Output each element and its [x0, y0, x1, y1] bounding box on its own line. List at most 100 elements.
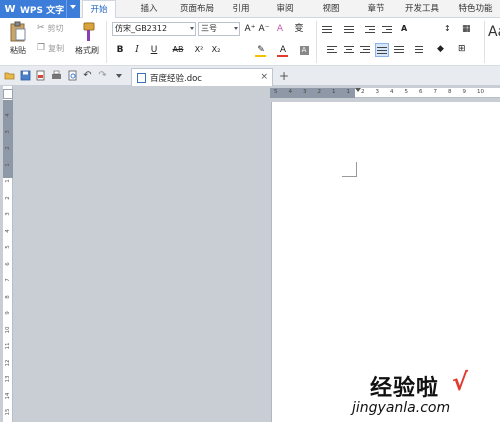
tab-insert[interactable]: 插入	[132, 0, 166, 18]
app-menu-divider	[66, 0, 67, 18]
font-size-select[interactable]: 三号	[198, 22, 240, 36]
tab-review[interactable]: 审阅	[268, 0, 302, 18]
h-ruler-number: 3	[303, 89, 307, 95]
tab-sections[interactable]: 章节	[359, 0, 393, 18]
ruler-margin-left	[270, 88, 355, 98]
v-ruler-number: 11	[5, 342, 11, 350]
close-icon[interactable]: ×	[260, 72, 268, 82]
h-ruler-number: 1	[332, 89, 336, 95]
superscript-button[interactable]: X²	[192, 43, 206, 57]
v-ruler-number: 7	[5, 278, 11, 282]
wps-logo-icon: W	[4, 3, 16, 15]
chevron-down-icon[interactable]	[116, 74, 122, 78]
chinese-layout-icon[interactable]: A	[401, 24, 413, 36]
h-ruler-number: 8	[448, 89, 452, 95]
paragraph-shading-icon[interactable]: ◆	[437, 44, 449, 56]
h-ruler-number: 9	[462, 89, 467, 95]
new-tab-button[interactable]: +	[279, 69, 289, 83]
watermark-title: 经验啦	[370, 375, 440, 401]
align-center-icon[interactable]	[343, 44, 355, 56]
h-ruler-number: 2	[361, 89, 365, 95]
v-ruler-number: 1	[5, 179, 11, 183]
font-color-bar	[277, 55, 288, 57]
ruler-corner-tab-selector[interactable]	[3, 89, 13, 99]
tab-view[interactable]: 视图	[314, 0, 348, 18]
tab-references[interactable]: 引用	[226, 0, 256, 18]
distributed-align-icon[interactable]	[393, 44, 405, 56]
menu-bar: W WPS 文字 开始 插入 页面布局 引用 审阅 视图 章节 开发工具 特色功…	[0, 0, 500, 19]
v-ruler-number: 12	[5, 359, 11, 366]
h-ruler-number: 4	[288, 89, 293, 95]
cut-button[interactable]: ✂ 剪切	[37, 22, 64, 35]
print-preview-icon[interactable]	[67, 70, 78, 81]
open-folder-icon[interactable]	[4, 70, 15, 81]
shrink-font-button[interactable]: A⁻	[258, 22, 270, 36]
font-color-icon: A	[279, 45, 287, 55]
h-ruler-number: 3	[375, 89, 380, 95]
style-preview[interactable]: Aa	[488, 24, 500, 40]
tab-special-features[interactable]: 特色功能	[451, 0, 500, 18]
paste-label: 粘贴	[10, 46, 26, 55]
sort-icon[interactable]: ↕	[444, 24, 456, 36]
font-name-select[interactable]: 仿宋_GB2312	[112, 22, 196, 36]
h-ruler-number: 6	[419, 89, 423, 95]
document-tab-title: 百度经验.doc	[150, 74, 202, 84]
char-shading-button[interactable]: A	[298, 43, 310, 57]
italic-button[interactable]: I	[132, 43, 142, 57]
bold-button[interactable]: B	[115, 43, 125, 57]
tab-developer[interactable]: 开发工具	[400, 0, 444, 18]
quick-access-bar: ↶ ↷ 百度经验.doc × +	[0, 66, 500, 86]
watermark: 经验啦 √ jingyanla.com	[340, 368, 500, 422]
highlighter-icon: ✎	[257, 45, 265, 55]
export-pdf-icon[interactable]	[35, 70, 46, 81]
h-ruler-number: 2	[317, 89, 322, 95]
pinyin-guide-button[interactable]: 变	[292, 22, 306, 36]
line-spacing-icon[interactable]	[412, 44, 424, 56]
checkmark-icon: √	[452, 368, 469, 396]
subscript-button[interactable]: X₂	[209, 43, 223, 57]
strikethrough-button[interactable]: AB	[170, 43, 186, 57]
tab-page-layout[interactable]: 页面布局	[173, 0, 221, 18]
tab-home[interactable]: 开始	[82, 0, 116, 19]
redo-icon[interactable]: ↷	[97, 70, 108, 81]
font-color-button[interactable]: A	[276, 43, 290, 57]
v-ruler-number: 2	[5, 146, 11, 150]
h-ruler-number: 5	[274, 89, 278, 95]
borders-icon[interactable]: ⊞	[458, 44, 470, 56]
print-icon[interactable]	[51, 70, 62, 81]
underline-button[interactable]: U	[149, 43, 159, 57]
undo-icon[interactable]: ↶	[82, 70, 93, 81]
format-painter-button[interactable]: 格式刷	[72, 21, 102, 63]
v-ruler-number: 3	[5, 212, 11, 216]
font-size-value: 三号	[201, 24, 217, 33]
bullet-list-icon[interactable]	[321, 24, 333, 36]
align-right-icon[interactable]	[359, 44, 371, 56]
app-menu-button[interactable]: W WPS 文字	[0, 0, 80, 18]
align-left-icon[interactable]	[326, 44, 338, 56]
increase-indent-icon[interactable]	[381, 24, 393, 36]
numbered-list-icon[interactable]	[343, 24, 355, 36]
h-ruler-number: 1	[346, 89, 351, 95]
table-icon[interactable]: ▦	[462, 24, 474, 36]
document-tab[interactable]: 百度经验.doc ×	[131, 68, 273, 86]
horizontal-ruler: 5 4 3 2 1 1 2 3 4 5 6 7 8 9 10	[270, 88, 500, 98]
clear-format-button[interactable]: A	[274, 22, 286, 36]
chevron-down-icon[interactable]	[70, 5, 76, 9]
v-ruler-number: 2	[5, 195, 11, 200]
save-icon[interactable]	[20, 70, 31, 81]
h-ruler-number: 5	[404, 89, 409, 95]
decrease-indent-icon[interactable]	[364, 24, 376, 36]
justify-icon[interactable]	[375, 43, 389, 57]
grow-font-button[interactable]: A⁺	[244, 22, 256, 36]
highlight-button[interactable]: ✎	[254, 43, 268, 57]
h-ruler-number: 7	[433, 89, 438, 95]
margin-crop-mark	[342, 162, 357, 177]
h-ruler-number: 10	[477, 89, 484, 95]
ribbon-divider	[316, 21, 317, 63]
v-ruler-number: 8	[5, 294, 11, 299]
paste-button[interactable]: 粘贴	[3, 21, 33, 63]
v-ruler-number: 1	[5, 162, 11, 167]
copy-button[interactable]: ❐ 复制	[37, 42, 64, 55]
v-ruler-number: 3	[5, 129, 11, 134]
char-shading-icon: A	[299, 46, 309, 55]
